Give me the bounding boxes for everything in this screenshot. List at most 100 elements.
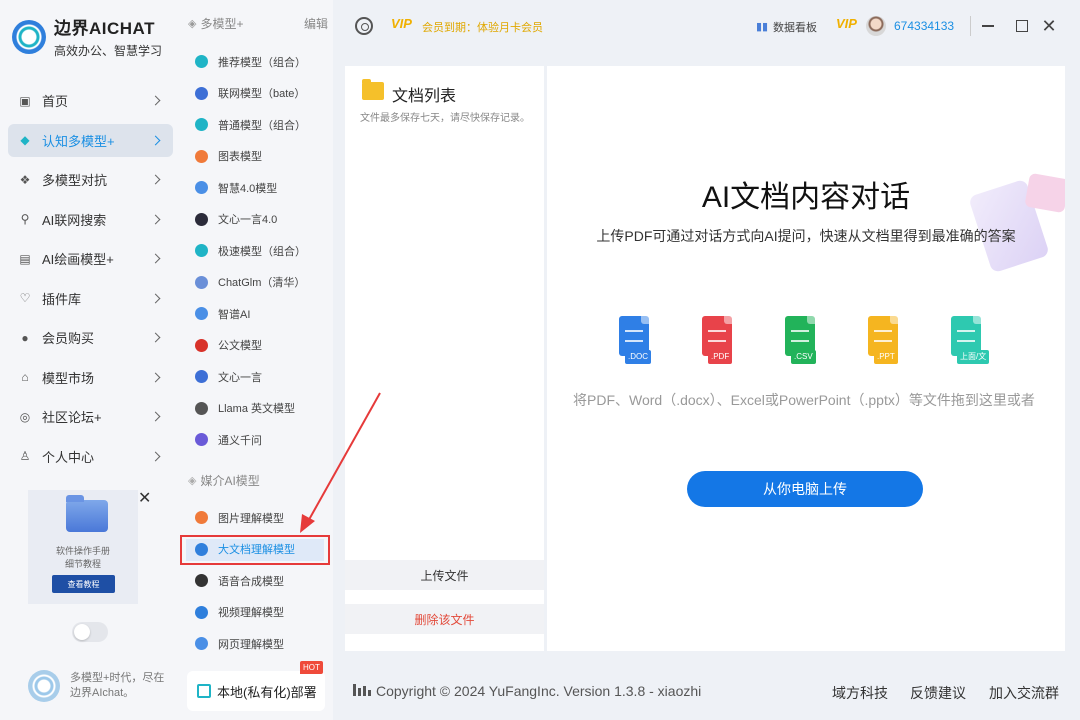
bottom-logo-icon [28,670,60,702]
model-label: 智谱AI [218,308,251,321]
nav-item-home[interactable]: ▣ 首页 [8,84,173,117]
model-icon [195,637,208,651]
nav-item-plugins[interactable]: ♡ 插件库 [8,282,173,315]
upload-from-computer-button[interactable]: 从你电脑上传 [687,471,923,507]
promo-line-1: 软件操作手册 [55,546,110,556]
nav-item-label: 插件库 [42,291,82,307]
model-label: 图表模型 [218,151,262,164]
profile-icon: ♙ [19,449,31,463]
document-chat-panel: AI文档内容对话 上传PDF可通过对话方式向AI提问，快速从文档里得到最准确的答… [547,66,1065,651]
deploy-label: 本地(私有化)部署 [217,684,317,700]
file-type-icon: .DOC [615,316,653,366]
file-type-tag: .PDF [708,350,733,364]
file-type-icons: .DOC .PDF .CSV .PPT 上面/文 [615,316,990,366]
media-model-group-header: ◈ 媒介AI模型 [188,472,260,489]
model-item[interactable]: 文心一言 [195,361,330,393]
model-item[interactable]: 通义千问 [195,424,330,456]
model-item[interactable]: 普通模型（组合） [195,109,330,141]
model-icon [195,433,208,447]
model-item[interactable]: 图表模型 [195,141,330,173]
vip-icon: VIP [391,16,412,31]
model-item[interactable]: 联网模型（bate） [195,78,330,110]
minimize-button[interactable] [978,16,998,36]
gear-icon[interactable] [355,17,373,35]
slogan-text: 多模型+时代，尽在边界AIchat。 [70,672,165,699]
nav-item-multimodel[interactable]: ◆ 认知多模型+ [8,123,173,157]
nav-item-market[interactable]: ⌂ 模型市场 [8,361,173,394]
model-icon [195,149,208,163]
close-window-button[interactable]: ✕ [1039,16,1059,36]
logo-icon [12,19,46,54]
model-label: 文心一言4.0 [218,214,278,227]
nav-item-profile[interactable]: ♙ 个人中心 [8,440,173,473]
annotation-highlight-box [180,535,330,565]
model-list: 推荐模型（组合） 联网模型（bate） 普通模型（组合） 图表模型 智慧4.0模型 文心一… [195,46,330,456]
maximize-button[interactable] [1012,16,1032,36]
model-item[interactable]: 推荐模型（组合） [195,46,330,78]
divider [970,16,971,36]
server-icon [197,684,211,698]
chevron-right-icon [150,214,161,224]
nav-item-label: 认知多模型+ [42,133,115,149]
drop-zone-text[interactable]: 将PDF、Word（.docx）、Excel或PowerPoint（.pptx）… [573,389,1043,411]
model-item[interactable]: 视频理解模型 [195,597,330,629]
model-icon [195,118,208,132]
avatar[interactable] [866,16,886,36]
footer-link-company[interactable]: 域方科技 [832,683,888,703]
model-label: ChatGlm（清华） [218,277,306,290]
nav-item-community[interactable]: ◎ 社区论坛+ [8,400,173,433]
bar-chart-icon [353,684,373,696]
nav-item-membership[interactable]: ● 会员购买 [8,321,173,354]
nav-item-label: 多模型对抗 [42,173,108,188]
model-label: 普通模型（组合） [218,119,306,132]
nav-item-label: 模型市场 [42,370,95,386]
model-item[interactable]: Llama 英文模型 [195,393,330,425]
user-id[interactable]: 674334133 [894,19,954,33]
edit-button[interactable]: 编辑 [304,15,328,32]
model-item[interactable]: 图片理解模型 [195,502,330,534]
community-icon: ◎ [19,409,31,424]
model-item[interactable]: 极速模型（组合） [195,235,330,267]
file-type-icon: 上面/文 [947,316,990,366]
model-icon [195,275,208,289]
file-type-tag: 上面/文 [957,350,990,364]
model-item[interactable]: ChatGlm（清华） [195,267,330,299]
file-type-tag: .PPT [874,350,898,364]
private-deploy-button[interactable]: 本地(私有化)部署 [187,671,325,711]
model-item[interactable]: 文心一言4.0 [195,204,330,236]
view-tutorial-button[interactable]: 查看教程 [52,575,115,593]
model-label: 视频理解模型 [218,607,284,620]
model-icon [195,55,208,69]
model-label: 网页理解模型 [218,638,284,651]
model-icon [195,212,208,226]
model-item[interactable]: 网页理解模型 [195,628,330,660]
model-item[interactable]: 语音合成模型 [195,565,330,597]
nav-item-painting[interactable]: ▤ AI绘画模型+ [8,242,173,275]
footer-link-feedback[interactable]: 反馈建议 [910,683,966,703]
layers-icon: ◈ [188,18,197,30]
theme-toggle[interactable] [72,622,108,642]
model-icon [195,401,208,415]
nav-item-label: AI绘画模型+ [42,252,114,267]
model-label: 通义千问 [218,434,262,447]
nav-item-label: 个人中心 [42,449,95,465]
model-item[interactable]: 智谱AI [195,298,330,330]
app-subtitle: 高效办公、智慧学习 [54,44,163,58]
delete-file-button[interactable]: 删除该文件 [345,604,544,634]
upload-file-button[interactable]: 上传文件 [345,560,544,590]
document-list-title: 文档列表 [392,88,457,105]
footer-link-join-group[interactable]: 加入交流群 [989,683,1059,703]
model-label: 智慧4.0模型 [218,182,278,195]
dashboard-link[interactable]: 数据看板 [773,19,817,35]
model-item[interactable]: 智慧4.0模型 [195,172,330,204]
membership-status[interactable]: 会员到期：体验月卡会员 [422,19,543,35]
app-window: 边界AICHAT 高效办公、智慧学习 ▣ 首页 ◆ 认知多模型+ ❖ 多模型对抗… [0,0,1080,720]
image-icon: ▤ [19,251,31,266]
model-icon [195,307,208,321]
close-icon[interactable]: ✕ [138,488,151,508]
nav-item-versus[interactable]: ❖ 多模型对抗 [8,163,173,196]
nav-item-search[interactable]: ⚲ AI联网搜索 [8,203,173,236]
model-item[interactable]: 公文模型 [195,330,330,362]
chevron-right-icon [150,95,161,106]
cube-icon: ◆ [20,133,30,147]
